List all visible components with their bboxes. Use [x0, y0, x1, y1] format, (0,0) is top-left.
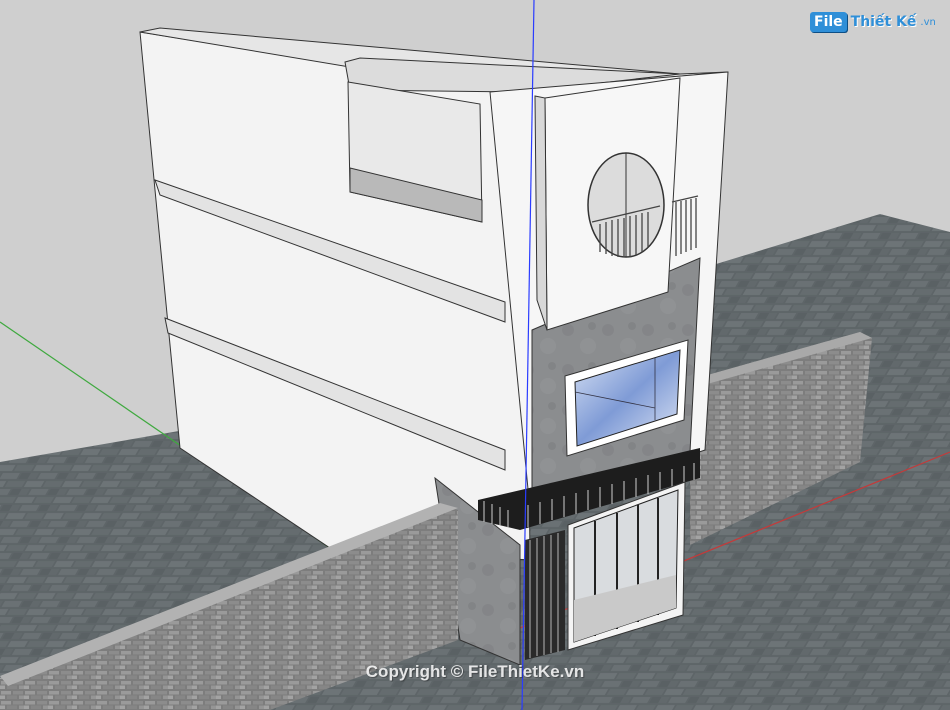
logo-tld: .vn [920, 16, 936, 28]
logo-name: Thiết Kế [850, 14, 917, 30]
logo-badge: File [810, 12, 847, 32]
site-logo[interactable]: File Thiết Kế .vn [810, 12, 936, 32]
circle-box-side [534, 95, 548, 331]
vertical-louvers [525, 530, 565, 660]
copyright-watermark: Copyright © FileThietKe.vn [365, 662, 585, 681]
sketchup-scene [0, 0, 950, 710]
